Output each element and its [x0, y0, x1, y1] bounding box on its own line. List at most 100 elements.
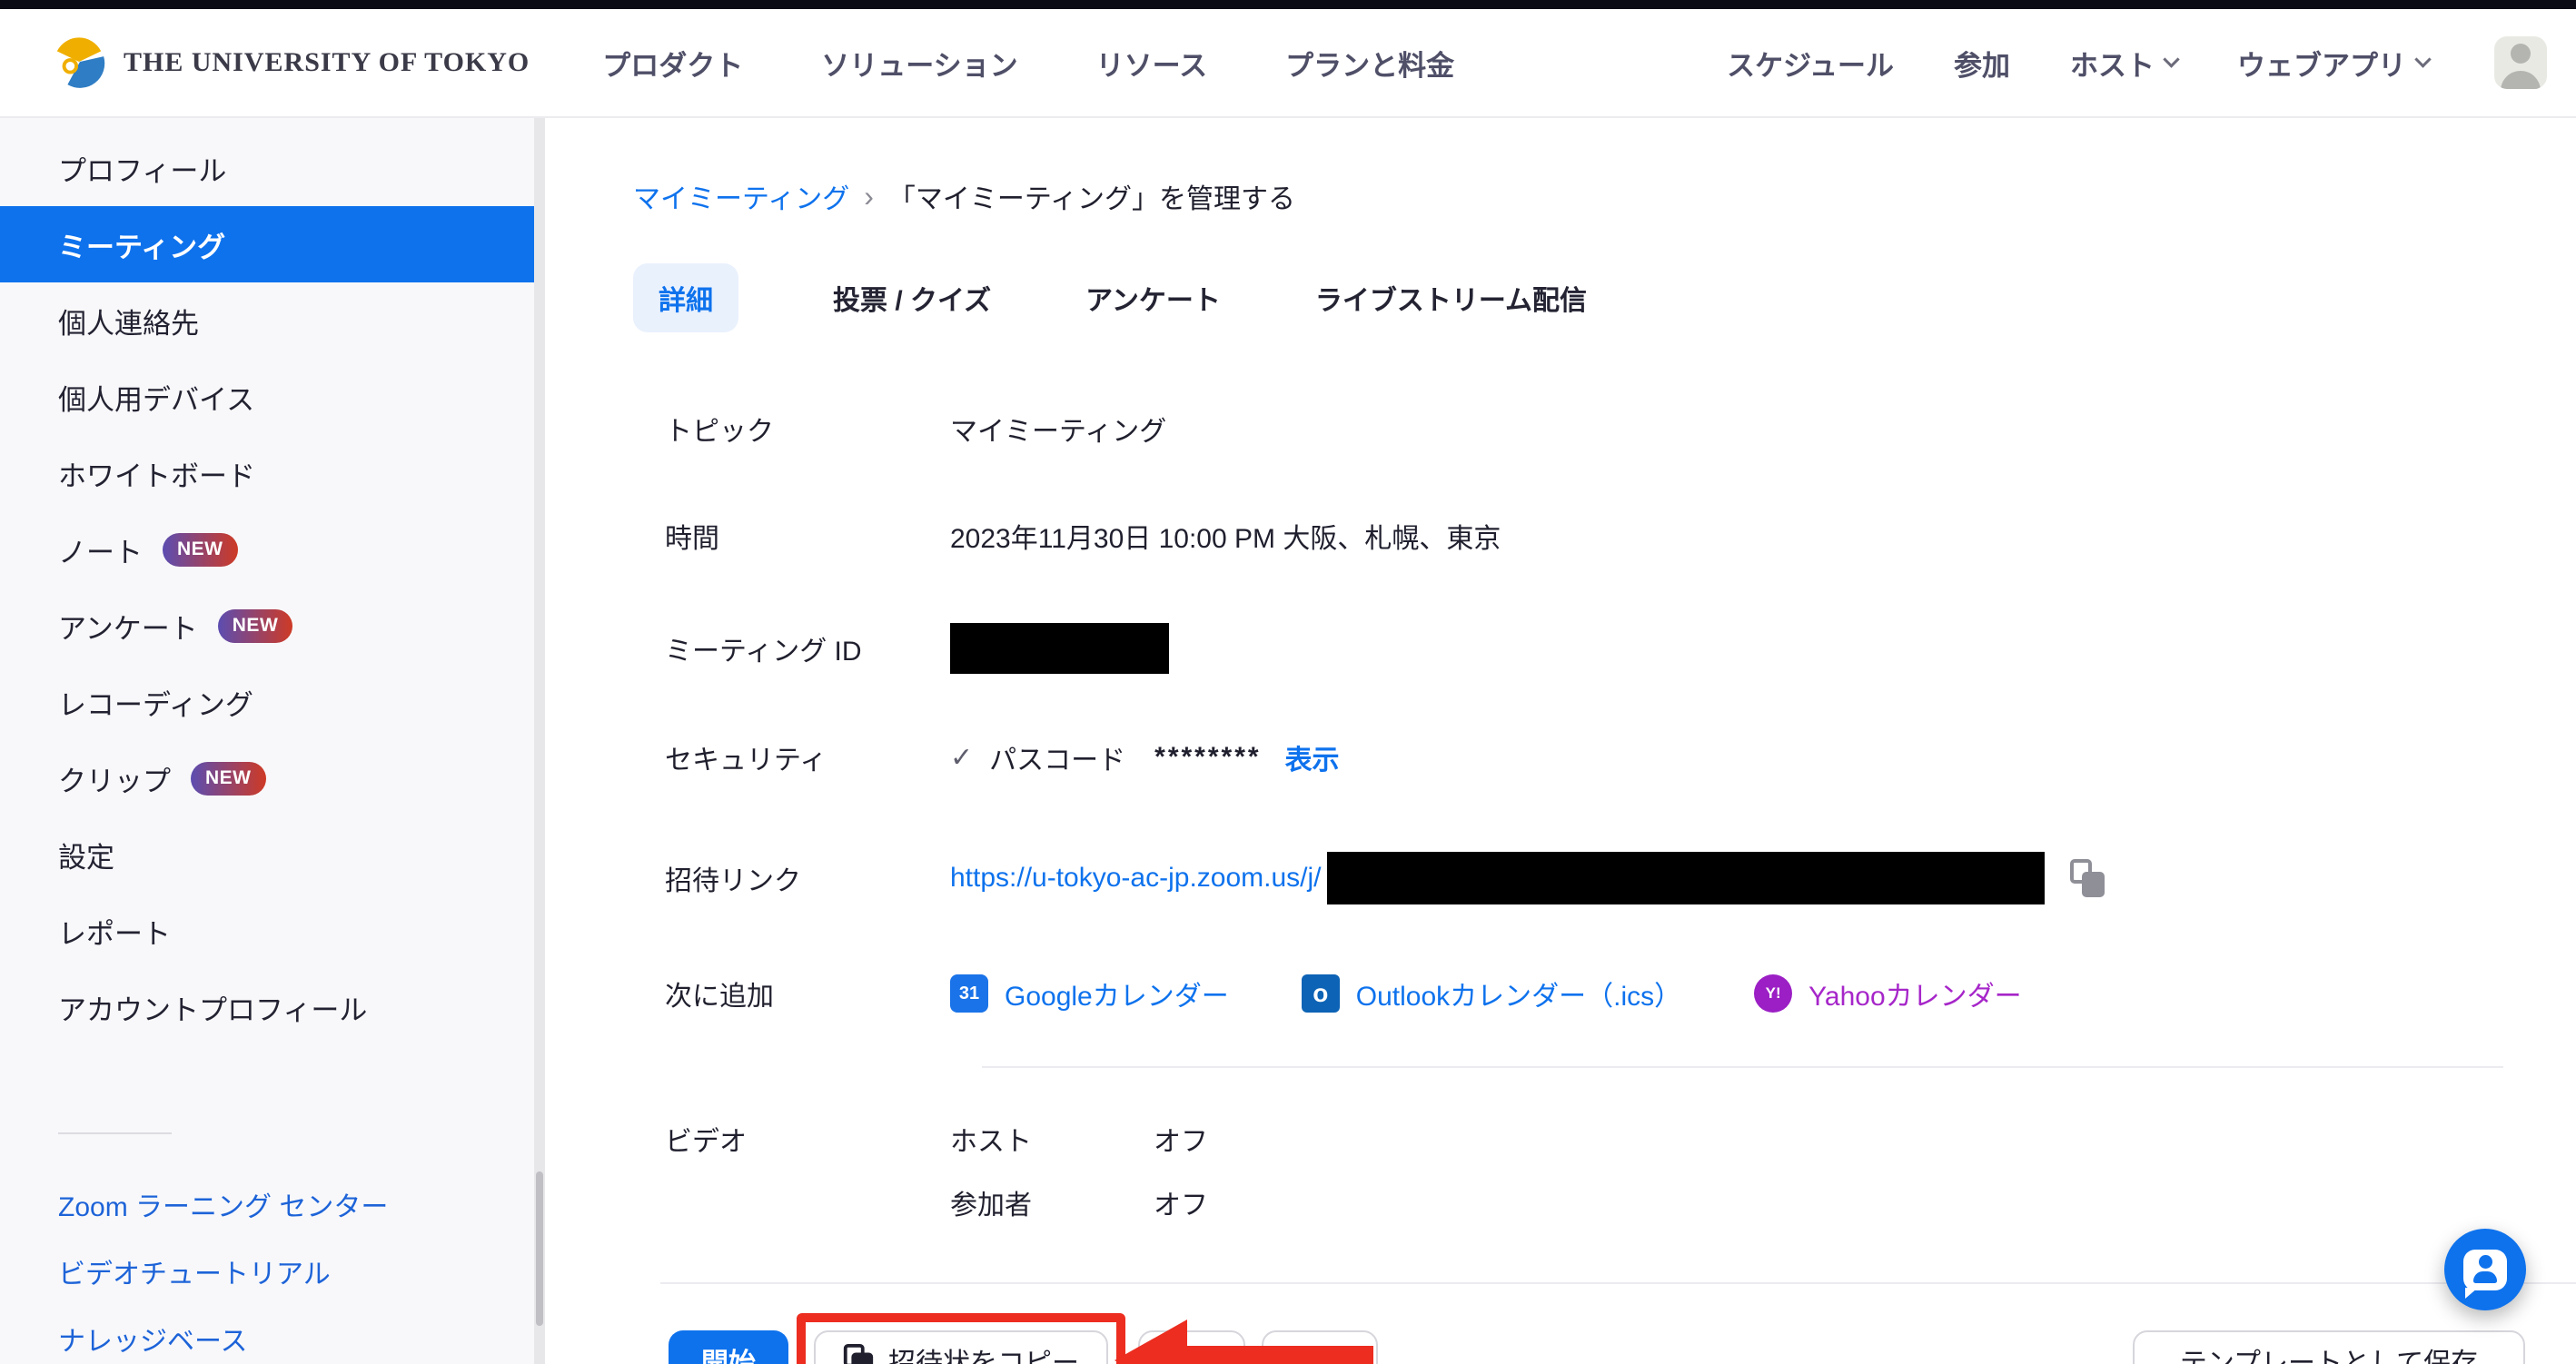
sidebar-item-notes[interactable]: ノート NEW [0, 511, 545, 588]
nav-join[interactable]: 参加 [1954, 43, 2010, 84]
add-to-label: 次に追加 [665, 974, 950, 1013]
sidebar-item-label: レコーディング [58, 682, 253, 723]
footer-divider [660, 1282, 2576, 1284]
yahoo-calendar-link[interactable]: Y! Yahooカレンダー [1754, 974, 2022, 1013]
sidebar-item-label: 個人用デバイス [58, 377, 254, 418]
primary-nav: プロダクト ソリューション リソース プランと料金 [602, 43, 1454, 84]
header: THE UNIVERSITY OF TOKYO プロダクト ソリューション リソ… [0, 9, 2576, 118]
invite-link-row: 招待リンク https://u-tokyo-ac-jp.zoom.us/j/ [665, 852, 2576, 904]
nav-plans-pricing[interactable]: プランと料金 [1285, 43, 1454, 84]
tab-livestream[interactable]: ライブストリーム配信 [1315, 278, 1587, 318]
breadcrumb-separator: › [864, 180, 874, 213]
delete-button[interactable]: 削除 [1262, 1330, 1378, 1364]
nav-host-menu[interactable]: ホスト [2070, 43, 2177, 84]
new-badge: NEW [218, 609, 293, 643]
sidebar-item-label: レポート [58, 911, 171, 952]
time-label: 時間 [665, 516, 950, 556]
invite-url-link[interactable]: https://u-tokyo-ac-jp.zoom.us/j/ [950, 863, 1322, 894]
time-row: 時間 2023年11月30日 10:00 PM 大阪、札幌、東京 [665, 516, 2576, 556]
invite-url-redaction [1327, 852, 2045, 904]
window-top-strip [0, 0, 2576, 9]
sidebar: プロフィール ミーティング 個人連絡先 個人用デバイス ホワイトボード ノート … [0, 118, 545, 1364]
sidebar-item-surveys[interactable]: アンケート NEW [0, 588, 545, 664]
meeting-details: トピック マイミーティング 時間 2023年11月30日 10:00 PM 大阪… [665, 409, 2576, 1222]
breadcrumb-current-page: 「マイミーティング」を管理する [888, 176, 1295, 216]
google-calendar-link[interactable]: 31 Googleカレンダー [950, 974, 1229, 1013]
sidebar-item-label: 個人連絡先 [58, 301, 199, 341]
sidebar-divider [58, 1132, 172, 1134]
check-icon: ✓ [950, 742, 973, 774]
edit-button[interactable]: 編集 [1138, 1330, 1245, 1364]
nav-resources[interactable]: リソース [1096, 43, 1207, 84]
tab-bar: 詳細 投票 / クイズ アンケート ライブストリーム配信 [633, 263, 2576, 332]
meeting-id-label: ミーティング ID [665, 628, 950, 668]
google-calendar-label: Googleカレンダー [1005, 974, 1229, 1013]
copy-icon [844, 1344, 873, 1364]
sidebar-item-label: アカウントプロフィール [58, 987, 367, 1028]
sidebar-item-label: ホワイトボード [58, 453, 255, 494]
sidebar-item-personal-contacts[interactable]: 個人連絡先 [0, 282, 545, 359]
sidebar-scrollbar-thumb[interactable] [536, 1171, 543, 1326]
sidebar-link-knowledge-base[interactable]: ナレッジベース [0, 1305, 545, 1364]
new-badge: NEW [163, 533, 238, 567]
copy-link-icon[interactable] [2070, 859, 2105, 897]
yahoo-calendar-label: Yahooカレンダー [1808, 974, 2022, 1013]
sidebar-item-reports[interactable]: レポート [0, 893, 545, 969]
main-content: マイミーティング › 「マイミーティング」を管理する 詳細 投票 / クイズ ア… [545, 118, 2576, 1364]
tab-details[interactable]: 詳細 [633, 263, 738, 332]
invite-link-label: 招待リンク [665, 858, 950, 898]
nav-products[interactable]: プロダクト [602, 43, 743, 84]
chevron-down-icon [2163, 51, 2179, 67]
topic-row: トピック マイミーティング [665, 409, 2576, 449]
sidebar-item-personal-devices[interactable]: 個人用デバイス [0, 359, 545, 435]
topic-value: マイミーティング [950, 409, 1166, 449]
passcode-masked-value: ******** [1154, 742, 1261, 773]
sidebar-item-label: クリップ [58, 758, 171, 799]
sidebar-item-account-profile[interactable]: アカウントプロフィール [0, 969, 545, 1045]
sidebar-item-recordings[interactable]: レコーディング [0, 664, 545, 740]
account-nav: スケジュール 参加 ホスト ウェブアプリ [1727, 36, 2547, 89]
nav-webapp-menu[interactable]: ウェブアプリ [2237, 43, 2429, 84]
sidebar-item-settings[interactable]: 設定 [0, 816, 545, 893]
save-as-template-button[interactable]: テンプレートとして保存 [2133, 1330, 2525, 1364]
video-participant-value: オフ [1154, 1182, 1208, 1222]
sidebar-link-video-tutorials[interactable]: ビデオチュートリアル [0, 1238, 545, 1305]
outlook-calendar-link[interactable]: o Outlookカレンダー（.ics） [1302, 974, 1681, 1013]
sidebar-link-learning-center[interactable]: Zoom ラーニング センター [0, 1171, 545, 1238]
show-passcode-link[interactable]: 表示 [1285, 737, 1340, 777]
time-value: 2023年11月30日 10:00 PM 大阪、札幌、東京 [950, 516, 1501, 556]
tab-survey[interactable]: アンケート [1085, 278, 1221, 318]
sidebar-item-clips[interactable]: クリップ NEW [0, 740, 545, 816]
google-calendar-icon: 31 [950, 974, 988, 1013]
tab-polls-quizzes[interactable]: 投票 / クイズ [833, 278, 991, 318]
nav-schedule[interactable]: スケジュール [1727, 43, 1894, 84]
sidebar-scrollbar-track [534, 118, 545, 1364]
copy-invitation-button[interactable]: 招待状をコピー [814, 1330, 1108, 1364]
support-chat-button[interactable] [2444, 1229, 2526, 1310]
start-button[interactable]: 開始 [669, 1330, 788, 1364]
sidebar-item-profile[interactable]: プロフィール [0, 130, 545, 206]
topic-label: トピック [665, 409, 950, 449]
outlook-calendar-icon: o [1302, 974, 1340, 1013]
sidebar-item-label: ノート [58, 529, 143, 570]
user-avatar[interactable] [2494, 36, 2547, 89]
sidebar-item-meetings[interactable]: ミーティング [0, 206, 545, 282]
nav-solutions[interactable]: ソリューション [821, 43, 1017, 84]
sidebar-item-whiteboard[interactable]: ホワイトボード [0, 435, 545, 511]
copy-invitation-label: 招待状をコピー [888, 1340, 1079, 1364]
security-label: セキュリティ [665, 737, 950, 777]
video-host-label: ホスト [950, 1119, 1154, 1159]
video-label: ビデオ [665, 1119, 950, 1159]
breadcrumb: マイミーティング › 「マイミーティング」を管理する [633, 176, 2576, 216]
add-to-calendar-row: 次に追加 31 Googleカレンダー o Outlookカレンダー（.ics）… [665, 974, 2576, 1013]
person-chat-bubble-icon [2463, 1250, 2507, 1290]
sidebar-item-label: プロフィール [58, 148, 226, 189]
nav-host-label: ホスト [2070, 43, 2155, 84]
breadcrumb-my-meetings-link[interactable]: マイミーティング [633, 176, 849, 216]
new-badge: NEW [191, 762, 266, 796]
sidebar-item-label: ミーティング [58, 224, 225, 265]
university-of-tokyo-logo[interactable]: THE UNIVERSITY OF TOKYO [51, 33, 530, 94]
section-divider [982, 1066, 2503, 1068]
outlook-calendar-label: Outlookカレンダー（.ics） [1356, 974, 1681, 1013]
chevron-down-icon [2414, 51, 2431, 67]
